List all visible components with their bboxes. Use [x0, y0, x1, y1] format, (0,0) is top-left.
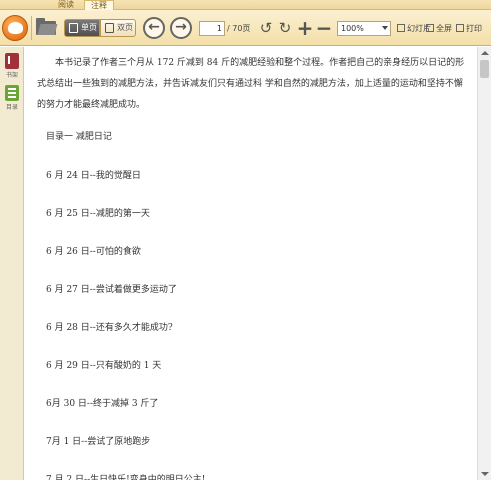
minus-icon[interactable]: − — [315, 18, 333, 38]
double-page-icon — [105, 23, 114, 33]
scroll-thumb[interactable] — [480, 60, 489, 78]
intro-paragraph: 本书记录了作者三个月从 172 斤减到 84 斤的减肥经验和整个过程。作者把自己… — [37, 58, 465, 110]
page-number-input[interactable] — [199, 21, 225, 36]
document-view[interactable]: 本书记录了作者三个月从 172 斤减到 84 斤的减肥经验和整个过程。作者把自己… — [25, 47, 477, 480]
rotate-right-icon[interactable]: ↻ — [276, 20, 294, 36]
print-icon — [456, 24, 464, 32]
print-button[interactable]: 打印 — [456, 23, 482, 34]
toc-entry: 6 月 24 日--我的觉醒日 — [46, 171, 141, 181]
app-logo-icon[interactable] — [2, 15, 28, 41]
zoom-value: 100% — [341, 24, 364, 33]
toc-entry: 6 月 27 日--尝试着做更多运动了 — [46, 285, 177, 295]
vertical-scrollbar[interactable] — [477, 47, 491, 480]
arrow-right-icon[interactable]: → — [170, 17, 192, 39]
rotate-left-icon[interactable]: ↺ — [257, 20, 275, 36]
single-page-icon — [69, 23, 78, 33]
folder-icon[interactable] — [36, 18, 58, 35]
sidebar-item-toc[interactable]: 目录 — [2, 85, 22, 111]
tab-strip: 阅读 注释 — [0, 0, 491, 11]
toc-heading: 目录一 减肥日记 — [46, 132, 112, 142]
fullscreen-button[interactable]: 全屏 — [426, 23, 452, 34]
sidebar-item-label: 书架 — [5, 72, 18, 79]
print-label: 打印 — [466, 24, 482, 33]
chevron-down-icon — [382, 26, 388, 30]
sidebar: 书架 目录 — [0, 47, 24, 480]
fullscreen-label: 全屏 — [436, 24, 452, 33]
toolbar-separator — [31, 16, 32, 40]
toc-entry: 6 月 26 日--可怕的食欲 — [46, 247, 141, 257]
fullscreen-icon — [426, 24, 434, 32]
double-page-button[interactable]: 双页 — [100, 19, 136, 37]
single-page-label: 单页 — [81, 23, 97, 32]
page-total: / 70页 — [227, 24, 251, 33]
tab-read[interactable]: 阅读 — [52, 0, 80, 10]
toc-entry: 7月 1 日--尝试了原地跑步 — [46, 437, 151, 447]
toc-entry: 6 月 25 日--减肥的第一天 — [46, 209, 150, 219]
toc-entry: 7 月 2 日--生日快乐!变身中的明日公主! — [46, 475, 206, 480]
plus-icon[interactable]: + — [296, 18, 314, 38]
toolbar: 单页 双页 ← → / 70页 ↺ ↻ + − 100% 幻灯片 全屏 打印 — [0, 10, 491, 46]
toc-entry: 6月 30 日--终于减掉 3 斤了 — [46, 399, 159, 409]
arrow-left-icon[interactable]: ← — [143, 17, 165, 39]
sidebar-item-bookshelf[interactable]: 书架 — [2, 53, 22, 79]
single-page-button[interactable]: 单页 — [64, 19, 100, 37]
toc-icon — [5, 85, 19, 101]
scroll-down-icon[interactable] — [478, 468, 491, 480]
double-page-label: 双页 — [117, 23, 133, 32]
scroll-up-icon[interactable] — [478, 47, 491, 59]
zoom-select[interactable]: 100% — [337, 21, 391, 36]
toc-entry: 6 月 29 日--只有酸奶的 1 天 — [46, 361, 162, 371]
bookshelf-icon — [5, 53, 19, 69]
toc-entry: 6 月 28 日--还有多久才能成功? — [46, 323, 173, 333]
sidebar-item-label: 目录 — [5, 104, 18, 111]
slideshow-icon — [397, 24, 405, 32]
